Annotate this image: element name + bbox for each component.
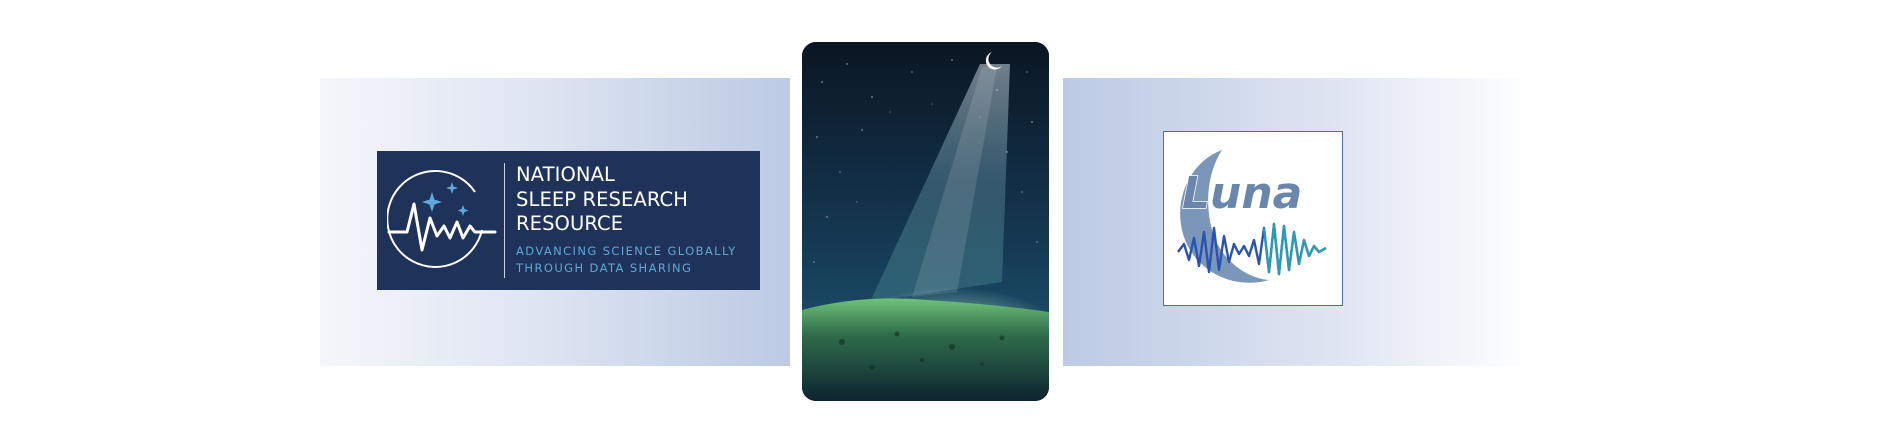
star-icon [457, 205, 469, 216]
tagline-line: THROUGH DATA SHARING [516, 261, 693, 275]
luna-logo-text: Luna [1182, 168, 1302, 219]
title-line: NATIONAL [516, 163, 616, 186]
star-icon [446, 182, 458, 194]
logo-divider [504, 163, 505, 278]
sleep-wave-icon [387, 169, 497, 268]
moonbeam-landscape-image [802, 42, 1049, 401]
tagline-line: ADVANCING SCIENCE GLOBALLY [516, 244, 737, 258]
green-fields [802, 298, 1049, 401]
title-line: SLEEP RESEARCH [516, 187, 689, 211]
nsrr-logo[interactable]: NATIONAL SLEEP RESEARCH RESOURCE ADVANCI… [377, 151, 760, 290]
title-line: RESOURCE [516, 212, 624, 235]
night-sky-illustration[interactable] [802, 42, 1049, 401]
luna-moon-wave-graphic: Luna [1177, 150, 1327, 283]
nsrr-tagline: ADVANCING SCIENCE GLOBALLY THROUGH DATA … [516, 243, 737, 277]
star-icon [422, 192, 442, 212]
nsrr-title: NATIONAL SLEEP RESEARCH RESOURCE [516, 163, 688, 237]
luna-logo[interactable]: Luna [1163, 131, 1343, 306]
